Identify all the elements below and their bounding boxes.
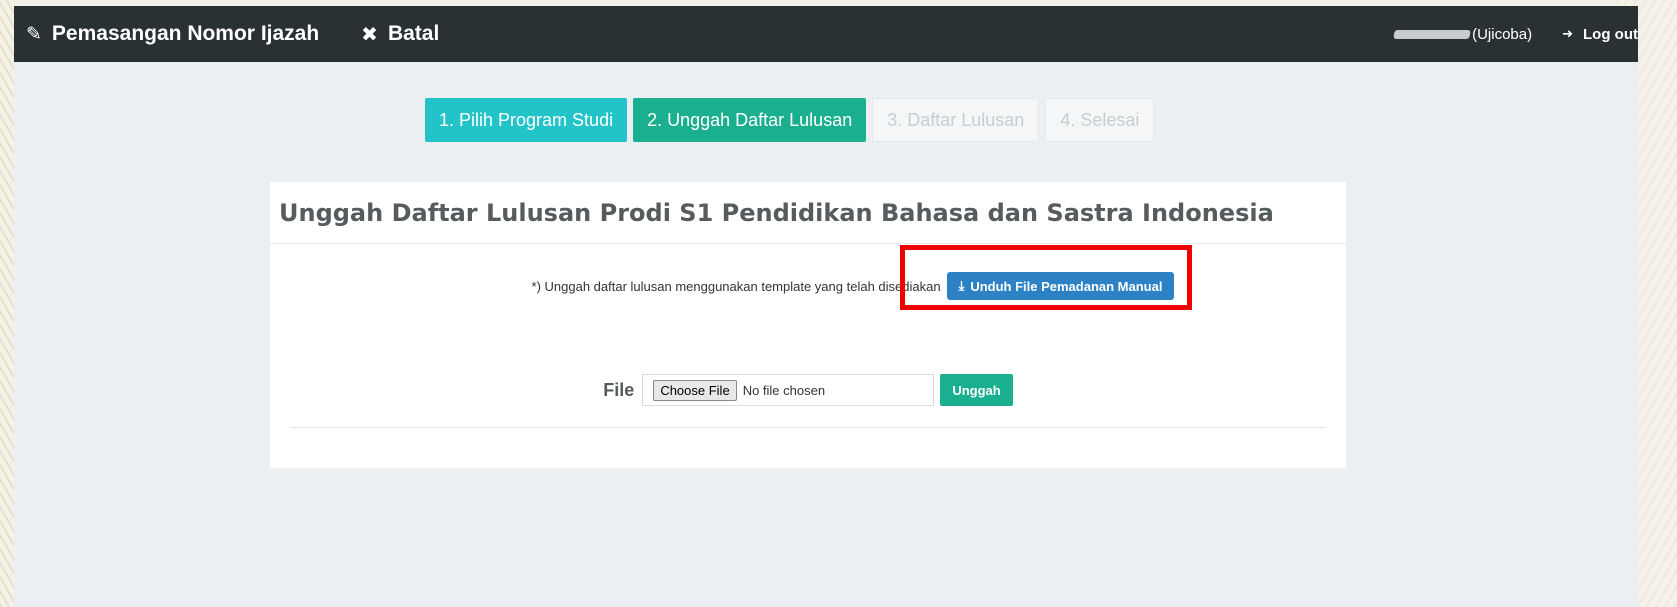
background-pattern-left: [0, 0, 14, 607]
panel-title: Unggah Daftar Lulusan Prodi S1 Pendidika…: [270, 182, 1346, 244]
logout-label: Log out: [1583, 25, 1638, 43]
top-navbar: ✎ Pemasangan Nomor Ijazah ✖ Batal (Ujico…: [14, 6, 1638, 62]
cancel-button[interactable]: ✖ Batal: [361, 22, 439, 47]
user-area: (Ujicoba) ➜ Log out: [1393, 6, 1638, 62]
user-label: (Ujicoba): [1472, 25, 1533, 43]
step-unggah-daftar-lulusan[interactable]: 2. Unggah Daftar Lulusan: [633, 98, 867, 142]
file-upload-row: File Choose File No file chosen Unggah: [270, 374, 1346, 406]
redacted-user-id: [1393, 29, 1471, 39]
upload-button[interactable]: Unggah: [940, 374, 1013, 406]
choose-file-button[interactable]: Choose File: [653, 379, 737, 401]
file-input[interactable]: Choose File No file chosen: [642, 374, 935, 406]
wizard-steps: 1. Pilih Program Studi 2. Unggah Daftar …: [425, 98, 1155, 142]
cancel-label: Batal: [387, 22, 440, 45]
page-title: ✎ Pemasangan Nomor Ijazah: [26, 22, 319, 46]
highlight-box: [900, 245, 1192, 310]
upload-panel: Unggah Daftar Lulusan Prodi S1 Pendidika…: [270, 182, 1346, 468]
panel-divider: [290, 427, 1326, 428]
file-status: No file chosen: [742, 382, 826, 398]
file-label: File: [603, 379, 635, 400]
step-pilih-program-studi[interactable]: 1. Pilih Program Studi: [425, 98, 628, 142]
close-icon: ✖: [361, 23, 378, 46]
step-daftar-lulusan: 3. Daftar Lulusan: [872, 98, 1040, 142]
logout-button[interactable]: ➜ Log out: [1562, 26, 1638, 43]
step-selesai: 4. Selesai: [1045, 98, 1155, 142]
page-title-label: Pemasangan Nomor Ijazah: [51, 22, 320, 45]
pencil-icon: ✎: [26, 23, 42, 45]
sign-out-icon: ➜: [1562, 26, 1574, 41]
app-window: ✎ Pemasangan Nomor Ijazah ✖ Batal (Ujico…: [14, 6, 1638, 607]
template-note: *) Unggah daftar lulusan menggunakan tem…: [531, 278, 941, 294]
